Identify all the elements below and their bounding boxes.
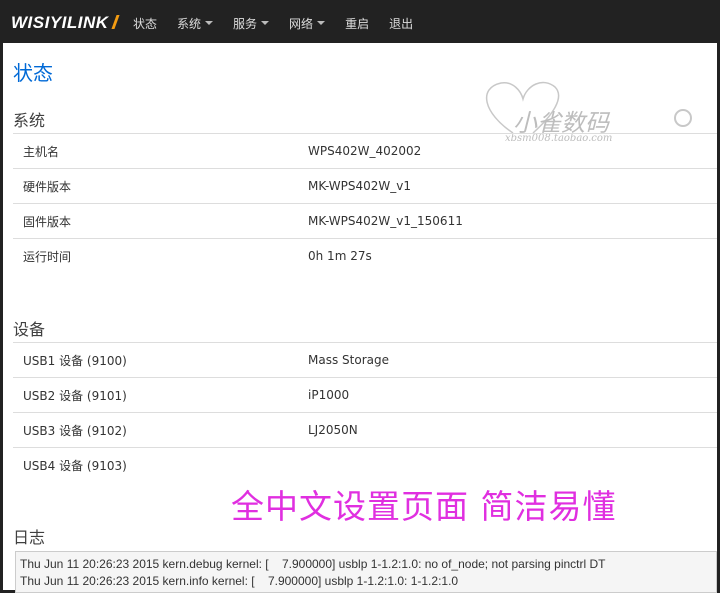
nav-network-label: 网络 (289, 16, 314, 31)
system-section-title: 系统 (13, 111, 46, 130)
log-section-title: 日志 (13, 528, 46, 547)
row-key: 固件版本 (23, 214, 72, 229)
row-value: Mass Storage (308, 353, 389, 367)
nav-status[interactable]: 状态 (123, 3, 167, 43)
nav-services-label: 服务 (233, 16, 258, 31)
row-value: WPS402W_402002 (308, 144, 422, 158)
table-row: USB1 设备 (9100) Mass Storage (13, 342, 717, 378)
row-key: 运行时间 (23, 249, 72, 264)
caret-down-icon (261, 21, 270, 25)
page-title: 状态 (13, 61, 53, 85)
top-navbar: WISIYILINK 状态 系统 服务 网络 重启 退出 (3, 3, 717, 43)
table-row: USB3 设备 (9102) LJ2050N (13, 412, 717, 448)
row-key: USB2 设备 (9101) (23, 388, 127, 403)
brand-logo[interactable]: WISIYILINK (3, 3, 123, 43)
nav-reboot[interactable]: 重启 (335, 3, 379, 43)
table-row: 主机名 WPS402W_402002 (13, 133, 717, 169)
row-value: 0h 1m 27s (308, 249, 372, 264)
row-key: 主机名 (23, 144, 60, 159)
row-value: iP1000 (308, 388, 350, 402)
row-key: USB3 设备 (9102) (23, 423, 127, 438)
devices-section-title: 设备 (13, 320, 46, 339)
row-value: MK-WPS402W_v1 (308, 179, 412, 193)
row-key: USB4 设备 (9103) (23, 458, 127, 473)
row-key: USB1 设备 (9100) (23, 353, 127, 368)
table-row: 硬件版本 MK-WPS402W_v1 (13, 168, 717, 204)
row-value: LJ2050N (308, 423, 358, 437)
log-line: Thu Jun 11 20:26:23 2015 kern.debug kern… (20, 557, 606, 571)
log-line: Thu Jun 11 20:26:23 2015 kern.info kerne… (20, 574, 459, 588)
main-nav: 状态 系统 服务 网络 重启 退出 (123, 3, 423, 43)
caret-down-icon (205, 21, 214, 25)
devices-table: USB1 设备 (9100) Mass Storage USB2 设备 (9101… (13, 342, 717, 483)
nav-logout[interactable]: 退出 (379, 3, 423, 43)
brand-name: WISIYILINK (11, 13, 109, 32)
table-row: USB2 设备 (9101) iP1000 (13, 377, 717, 413)
table-row: 固件版本 MK-WPS402W_v1_150611 (13, 203, 717, 239)
row-value (298, 448, 717, 483)
table-row: 运行时间 0h 1m 27s (13, 238, 717, 274)
nav-status-label: 状态 (133, 16, 158, 31)
nav-system[interactable]: 系统 (167, 3, 223, 43)
nav-reboot-label: 重启 (345, 16, 370, 31)
nav-network[interactable]: 网络 (279, 3, 335, 43)
row-key: 硬件版本 (23, 179, 72, 194)
log-textarea[interactable]: Thu Jun 11 20:26:23 2015 kern.debug kern… (15, 551, 717, 593)
table-row: USB4 设备 (9103) (13, 447, 717, 483)
nav-system-label: 系统 (177, 16, 202, 31)
row-value: MK-WPS402W_v1_150611 (308, 214, 463, 228)
system-table: 主机名 WPS402W_402002 硬件版本 MK-WPS402W_v1 固件版本… (13, 133, 717, 274)
nav-logout-label: 退出 (389, 16, 414, 31)
promo-banner-text: 全中文设置页面 简洁易懂 (231, 487, 617, 526)
nav-services[interactable]: 服务 (223, 3, 279, 43)
caret-down-icon (317, 21, 326, 25)
